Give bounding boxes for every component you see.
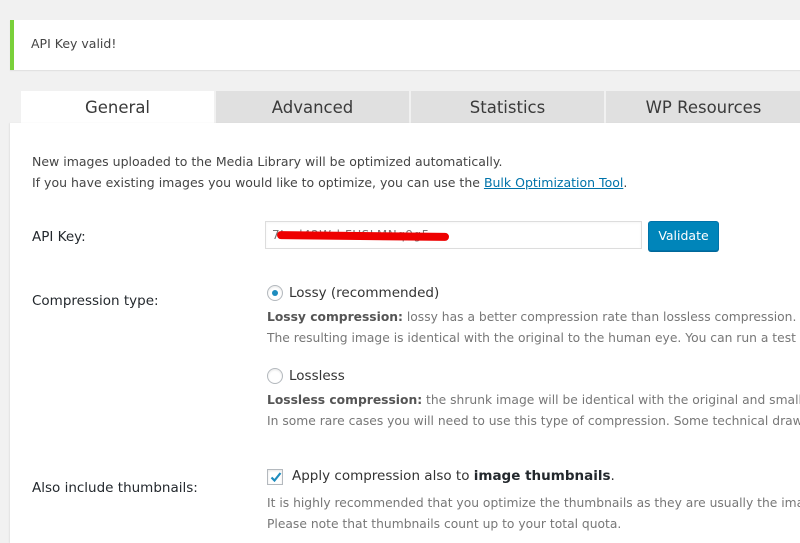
intro-line-2: If you have existing images you would li…: [32, 172, 627, 193]
tab-statistics[interactable]: Statistics: [411, 91, 604, 123]
api-key-label: API Key:: [32, 229, 86, 245]
intro-line-2-suffix: .: [623, 175, 628, 190]
tab-general[interactable]: General: [21, 91, 214, 125]
lossy-desc-bold: Lossy compression:: [267, 310, 403, 324]
thumbnails-desc-line-1: It is highly recommended that you optimi…: [267, 496, 800, 510]
tab-wp-resources[interactable]: WP Resources: [606, 91, 800, 123]
intro-line-1: New images uploaded to the Media Library…: [32, 154, 503, 169]
lossless-label[interactable]: Lossless: [289, 368, 345, 384]
thumbnails-label: Also include thumbnails:: [32, 480, 198, 496]
lossy-desc-line-1: Lossy compression: lossy has a better co…: [267, 307, 800, 328]
checkmark-icon: [270, 472, 282, 483]
thumbnails-checkbox[interactable]: [267, 469, 283, 485]
intro-line-2-text: If you have existing images you would li…: [32, 175, 484, 190]
lossless-desc-line-2: In some rare cases you will need to use …: [267, 414, 800, 428]
compression-type-label: Compression type:: [32, 293, 159, 309]
notice-text: API Key valid!: [31, 36, 117, 51]
lossy-description: Lossy compression: lossy has a better co…: [267, 307, 800, 349]
tab-advanced[interactable]: Advanced: [216, 91, 409, 123]
check-label-text: Apply compression also to: [292, 468, 474, 484]
intro-text: New images uploaded to the Media Library…: [32, 151, 627, 193]
lossy-desc-text: lossy has a better compression rate than…: [402, 310, 797, 324]
api-key-valid-notice: API Key valid!: [10, 20, 800, 70]
lossy-label[interactable]: Lossy (recommended): [289, 285, 439, 301]
lossy-desc-line-2: The resulting image is identical with th…: [267, 331, 800, 345]
thumbnails-desc-line-2: Please note that thumbnails count up to …: [267, 517, 622, 531]
lossless-description: Lossless compression: the shrunk image w…: [267, 390, 800, 432]
validate-button[interactable]: Validate: [648, 221, 719, 251]
lossless-desc-text: the shrunk image will be identical with …: [422, 393, 800, 407]
lossless-radio[interactable]: [267, 368, 283, 384]
api-key-input[interactable]: 7Lvd42Wrl:FUSLMNq9g5: [265, 221, 642, 249]
thumbnails-check-label[interactable]: Apply compression also to image thumbnai…: [292, 468, 615, 484]
lossless-desc-line-1: Lossless compression: the shrunk image w…: [267, 390, 800, 411]
lossy-radio[interactable]: [267, 285, 283, 301]
check-label-suffix: .: [610, 468, 615, 484]
check-label-bold: image thumbnails: [473, 468, 611, 484]
thumbnails-description: It is highly recommended that you optimi…: [267, 493, 800, 535]
bulk-optimization-tool-link[interactable]: Bulk Optimization Tool: [484, 175, 623, 190]
lossless-desc-bold: Lossless compression:: [267, 393, 423, 407]
